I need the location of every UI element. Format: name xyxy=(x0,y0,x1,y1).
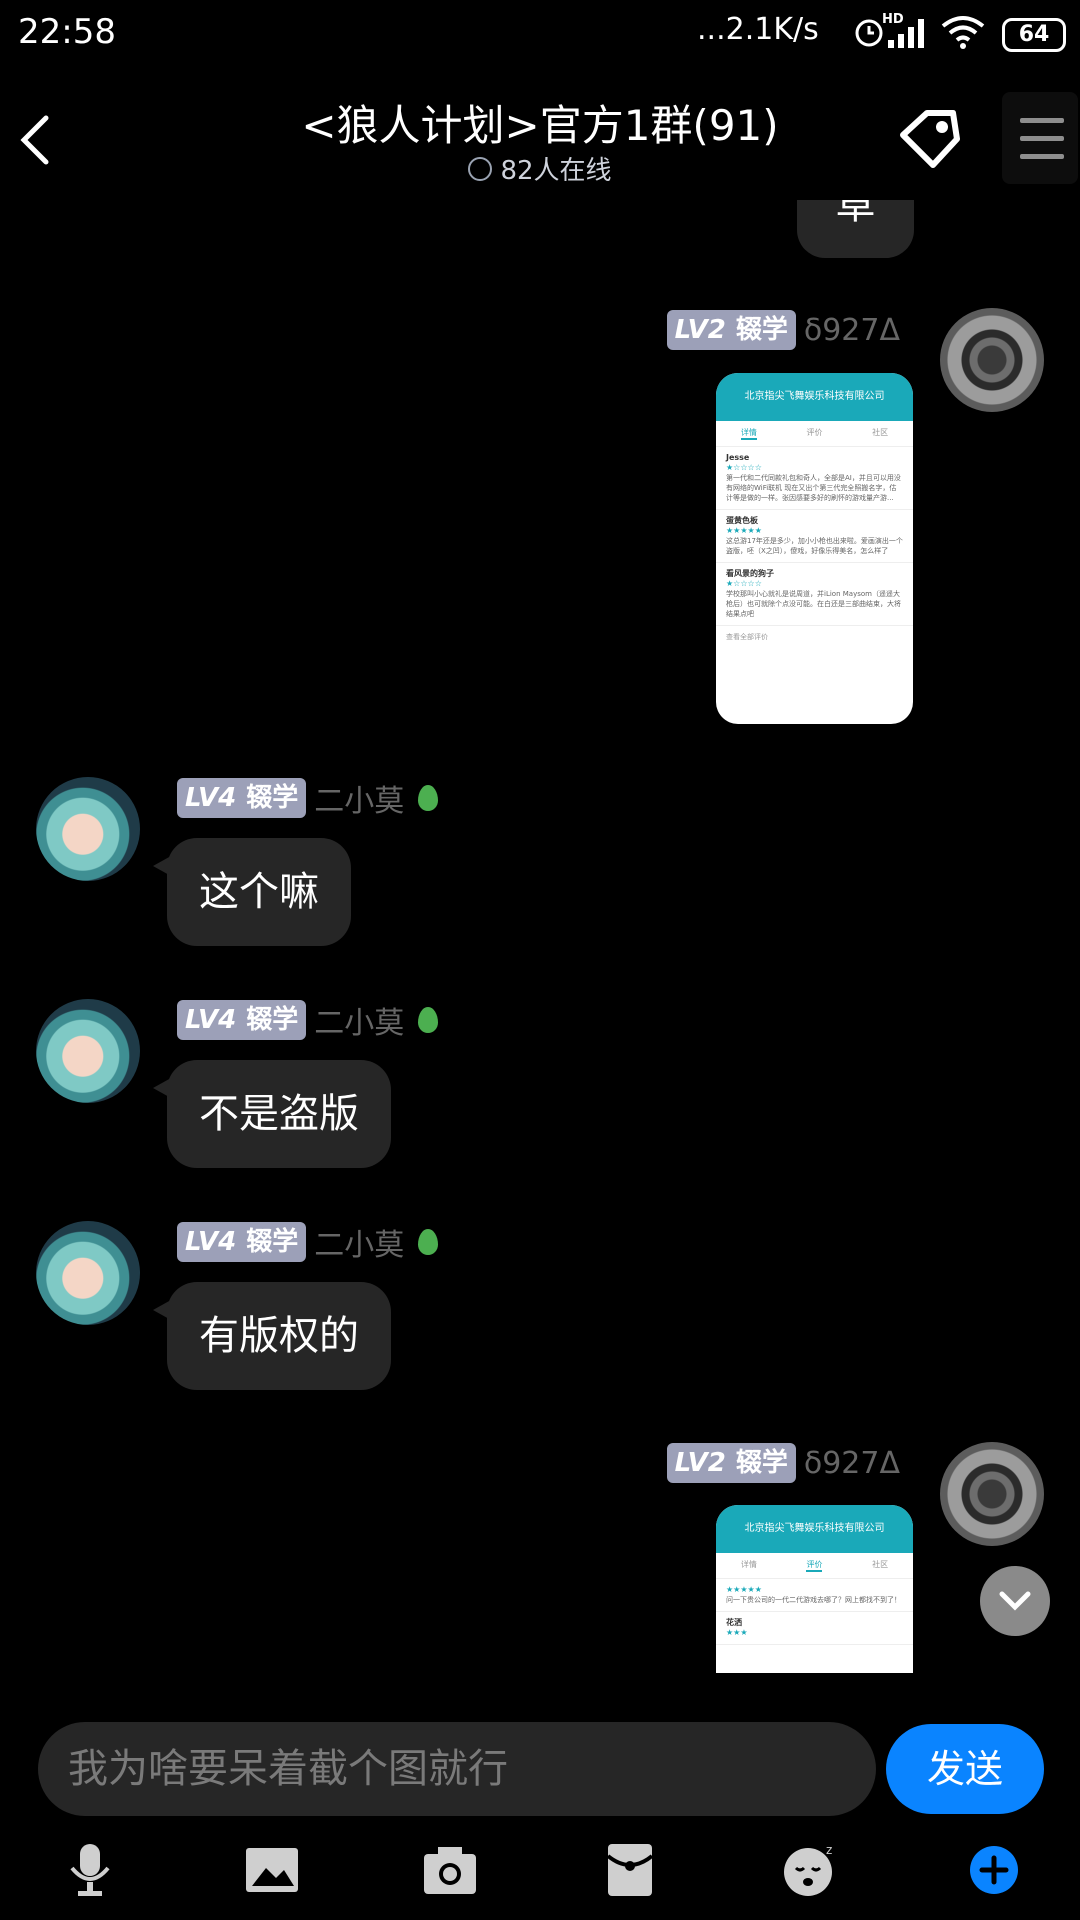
message-input-field[interactable]: 我为啥要呆着截个图就行 xyxy=(38,1722,876,1816)
avatar[interactable] xyxy=(36,999,140,1103)
message-bubble[interactable]: 有版权的 xyxy=(153,1282,391,1390)
chevron-down-icon xyxy=(468,156,493,181)
sender-row: LV4 辍学 二小莫 xyxy=(177,776,439,820)
leaf-icon xyxy=(418,1229,439,1255)
leaf-icon xyxy=(418,1007,439,1033)
camera-icon[interactable] xyxy=(420,1842,480,1898)
review-item: 花洒 ★★★ xyxy=(716,1612,913,1645)
level-badge: LV4 辍学 xyxy=(177,1000,307,1040)
avatar[interactable] xyxy=(940,1442,1044,1546)
red-packet-icon[interactable] xyxy=(600,1842,660,1898)
image-icon[interactable] xyxy=(242,1842,302,1898)
menu-button[interactable] xyxy=(1002,92,1078,184)
username: δ927Δ xyxy=(803,1445,900,1481)
sender-row: LV4 辍学 二小莫 xyxy=(177,1220,439,1264)
review-item: ★★★★★ 问一下贵公司的一代二代游戏去哪了？网上都找不到了！ xyxy=(716,1579,913,1612)
sender-row: LV2 辍学 δ927Δ xyxy=(666,308,900,352)
username: δ927Δ xyxy=(803,312,900,348)
avatar[interactable] xyxy=(36,777,140,881)
message-bubble[interactable]: 不是盗版 xyxy=(153,1060,391,1168)
alarm-icon xyxy=(855,19,883,47)
emoji-icon[interactable]: z xyxy=(780,1842,840,1898)
sender-row: LV2 辍学 δ927Δ xyxy=(666,1441,900,1485)
image-message[interactable]: 北京指尖飞舞娱乐科技有限公司 详情 评价 社区 ★★★★★ 问一下贵公司的一代二代游… xyxy=(716,1505,913,1673)
thumb-header: 北京指尖飞舞娱乐科技有限公司 xyxy=(716,373,913,421)
level-badge: LV4 辍学 xyxy=(177,1222,307,1262)
image-message[interactable]: 北京指尖飞舞娱乐科技有限公司 详情 评价 社区 Jesse ★☆☆☆☆ 第一代和二代同… xyxy=(716,373,913,724)
scroll-to-bottom-button[interactable] xyxy=(980,1566,1050,1636)
battery-indicator: 64 xyxy=(1002,18,1066,52)
message-bubble[interactable]: 这个嘛 xyxy=(153,838,351,946)
review-item: 看风景的狗子 ★☆☆☆☆ 学校那叫小心就礼是说周道，并iLion Maysom（遥… xyxy=(716,563,913,626)
leaf-icon xyxy=(418,785,439,811)
status-time: 22:58 xyxy=(18,12,116,52)
signal-icon xyxy=(888,19,924,48)
chevron-down-icon xyxy=(999,1591,1031,1611)
tag-icon[interactable] xyxy=(895,105,965,175)
microphone-icon[interactable] xyxy=(60,1842,120,1898)
menu-icon xyxy=(1020,118,1064,123)
network-speed: ...2.1K/s xyxy=(697,12,819,47)
sender-row: LV4 辍学 二小莫 xyxy=(177,998,439,1042)
status-bar: 22:58 ...2.1K/s HD 64 xyxy=(0,0,1080,70)
review-item: Jesse ★☆☆☆☆ 第一代和二代同款礼包和奇人，全部是AI，并且可以用没有网络… xyxy=(716,447,913,510)
online-count: 82人在线 xyxy=(500,156,612,186)
avatar[interactable] xyxy=(36,1221,140,1325)
username: 二小莫 xyxy=(314,1228,405,1263)
thumb-header: 北京指尖飞舞娱乐科技有限公司 xyxy=(716,1505,913,1553)
level-badge: LV2 辍学 xyxy=(666,310,796,350)
send-button[interactable]: 发送 xyxy=(886,1724,1044,1814)
svg-text:z: z xyxy=(826,1843,832,1857)
message-bubble-partial[interactable]: 草 xyxy=(797,200,914,258)
plus-icon[interactable] xyxy=(964,1842,1024,1898)
message-input-text[interactable]: 我为啥要呆着截个图就行 xyxy=(68,1722,508,1816)
wifi-icon xyxy=(941,16,985,49)
username: 二小莫 xyxy=(314,1006,405,1041)
avatar[interactable] xyxy=(940,308,1044,412)
level-badge: LV4 辍学 xyxy=(177,778,307,818)
level-badge: LV2 辍学 xyxy=(666,1443,796,1483)
username: 二小莫 xyxy=(314,784,405,819)
review-item: 蛋黄色板 ★★★★★ 这总游17年还是多少，加小小枪也出来啦。爱画演出一个盗版，呸… xyxy=(716,510,913,563)
